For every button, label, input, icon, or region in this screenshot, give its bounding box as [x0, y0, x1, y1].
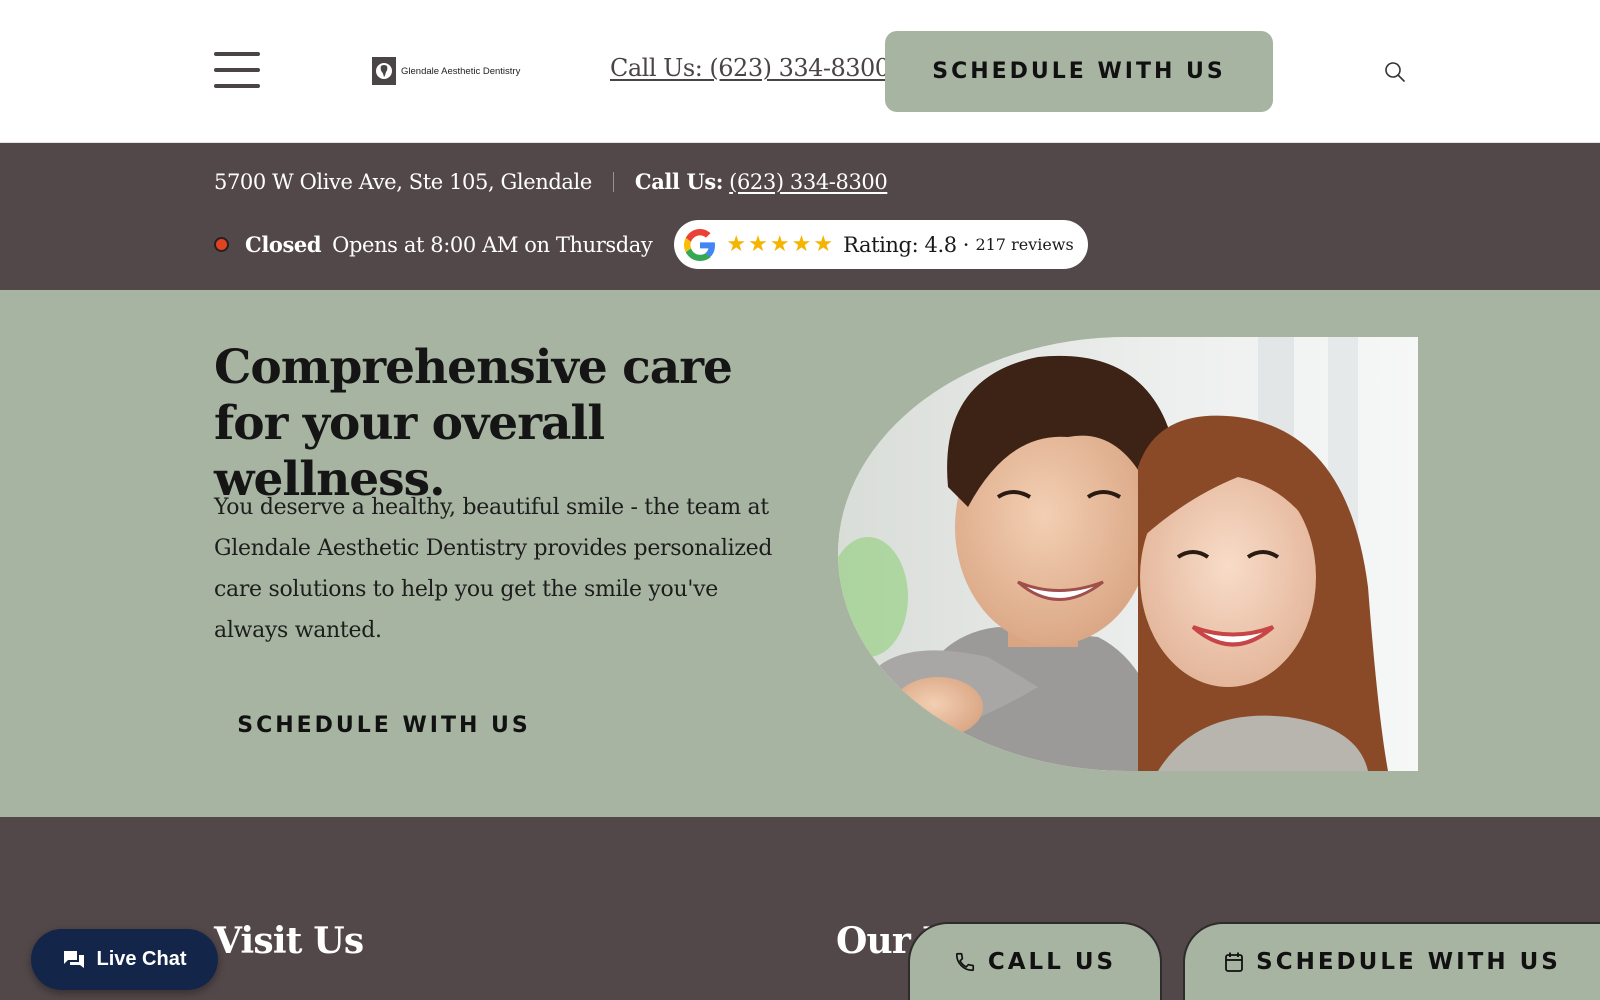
hero-section: Comprehensive care for your overall well… [0, 290, 1600, 817]
couple-illustration [838, 337, 1418, 771]
floating-schedule-button[interactable]: SCHEDULE WITH US [1183, 922, 1600, 1000]
live-chat-button[interactable]: Live Chat [31, 929, 218, 990]
call-us-button[interactable]: CALL US [908, 922, 1162, 1000]
chat-bubble-icon [64, 950, 85, 968]
info-bar: 5700 W Olive Ave, Ste 105, Glendale Call… [0, 143, 1600, 290]
address-text: 5700 W Olive Ave, Ste 105, Glendale [214, 169, 592, 194]
call-us-label: CALL US [987, 949, 1117, 975]
logo[interactable]: Glendale Aesthetic Dentistry [372, 57, 520, 85]
opening-hours-text: Opens at 8:00 AM on Thursday [332, 232, 653, 257]
star-rating: ★ ★ ★ ★ ★ [726, 231, 834, 257]
calendar-icon [1225, 952, 1244, 972]
divider [612, 171, 614, 192]
status-row: Closed Opens at 8:00 AM on Thursday ★ ★ … [214, 220, 1088, 269]
star-icon: ★ [726, 231, 747, 257]
star-icon: ★ [813, 231, 834, 257]
search-icon[interactable] [1384, 61, 1406, 83]
hero-description: You deserve a healthy, beautiful smile -… [214, 495, 773, 643]
visit-us-heading: Visit Us [214, 920, 364, 962]
call-label: Call Us: [634, 169, 724, 194]
header-schedule-button[interactable]: SCHEDULE WITH US [885, 31, 1273, 112]
site-header: Glendale Aesthetic Dentistry Call Us: (6… [0, 0, 1600, 143]
header-call-text[interactable]: Call Us: (623) 334-8300 [610, 54, 890, 82]
call-number-link[interactable]: (623) 334-8300 [729, 170, 888, 194]
logo-text: Glendale Aesthetic Dentistry [401, 65, 521, 77]
floating-schedule-label: SCHEDULE WITH US [1256, 949, 1561, 975]
hero-schedule-button[interactable]: SCHEDULE WITH US [214, 690, 554, 760]
rating-separator: · [962, 232, 970, 257]
logo-icon [372, 57, 396, 85]
header-call-link[interactable]: Call Us: (623) 334-8300 [610, 54, 890, 82]
star-icon: ★ [748, 231, 768, 257]
status-badge: Closed [245, 232, 322, 257]
live-chat-label: Live Chat [96, 948, 187, 970]
address-row: 5700 W Olive Ave, Ste 105, Glendale Call… [214, 169, 888, 194]
phone-icon [955, 952, 974, 972]
hero-couple-photo [838, 337, 1418, 771]
star-icon: ★ [769, 231, 790, 257]
google-rating-badge[interactable]: ★ ★ ★ ★ ★ Rating: 4.8 · 217 reviews [674, 220, 1088, 269]
review-count: 217 reviews [975, 235, 1074, 254]
hamburger-menu-icon[interactable] [214, 52, 260, 92]
star-icon: ★ [791, 231, 812, 257]
rating-value: Rating: 4.8 [843, 232, 957, 257]
google-icon [684, 228, 716, 261]
status-indicator [214, 237, 229, 252]
hero-title: Comprehensive care for your overall well… [214, 340, 733, 507]
